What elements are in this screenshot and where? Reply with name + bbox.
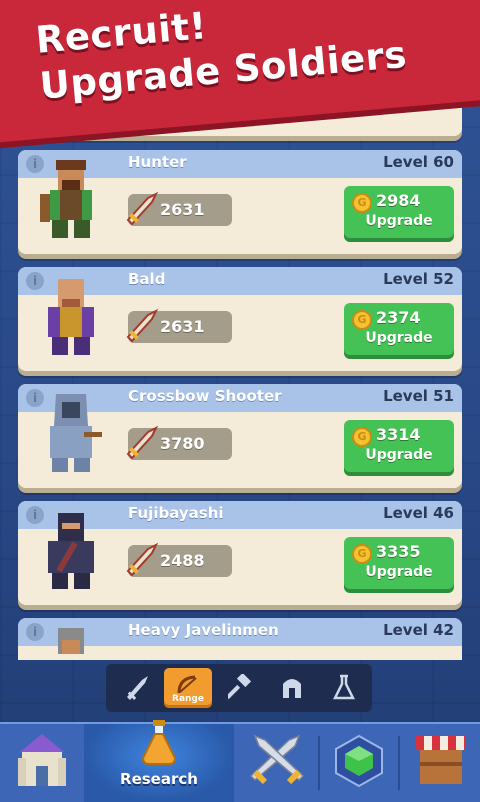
sword-power-icon <box>126 308 159 343</box>
bottom-navigation: Research <box>0 720 480 802</box>
soldier-name: Crossbow Shooter <box>128 387 282 405</box>
hammer-icon <box>228 674 252 700</box>
javelinmen-portrait <box>58 628 84 654</box>
soldier-type-filter: Range <box>106 664 372 712</box>
crossed-swords-icon <box>249 734 305 785</box>
soldier-name: Heavy Javelinmen <box>128 621 279 639</box>
soldier-card: i Bald Level 52 2631 G 2374 Upgrade <box>18 267 462 371</box>
soldier-name: Bald <box>128 270 166 288</box>
coin-icon: G <box>352 193 372 213</box>
soldier-card: i Heavy Javelinmen Level 42 <box>18 618 462 660</box>
power-value: 3780 <box>160 434 205 453</box>
crossbow-shooter-portrait <box>50 394 102 472</box>
coin-icon: G <box>352 310 372 330</box>
nav-shop[interactable] <box>400 724 480 802</box>
nav-research-label: Research <box>120 770 198 788</box>
filter-range-label: Range <box>172 694 204 704</box>
filter-range[interactable]: Range <box>164 668 212 708</box>
upgrade-button[interactable]: G 3314 Upgrade <box>344 420 454 472</box>
power-value: 2488 <box>160 551 205 570</box>
upgrade-cost: 3314 <box>376 425 421 444</box>
upgrade-cost: 3335 <box>376 542 421 561</box>
gem-icon <box>335 734 383 788</box>
upgrade-cost: 2984 <box>376 191 421 210</box>
sword-icon <box>127 676 148 700</box>
nav-castle[interactable] <box>0 724 82 802</box>
upgrade-button[interactable]: G 2984 Upgrade <box>344 186 454 238</box>
nav-battle[interactable] <box>236 724 318 802</box>
castle-icon <box>18 734 66 786</box>
soldier-card: i Crossbow Shooter Level 51 3780 G 3314 … <box>18 384 462 488</box>
hunter-portrait <box>40 160 92 238</box>
upgrade-label: Upgrade <box>365 213 433 229</box>
power-value: 2631 <box>160 200 205 219</box>
soldier-level: Level 46 <box>383 504 454 522</box>
soldier-level: Level 60 <box>383 153 454 171</box>
bow-icon <box>177 675 197 694</box>
upgrade-cost: 2374 <box>376 308 421 327</box>
power-value: 2631 <box>160 317 205 336</box>
soldier-level: Level 52 <box>383 270 454 288</box>
shop-icon <box>416 736 466 784</box>
soldier-level: Level 42 <box>383 621 454 639</box>
upgrade-label: Upgrade <box>365 564 433 580</box>
upgrade-label: Upgrade <box>365 447 433 463</box>
soldier-card: i Hunter Level 60 2631 G 2984 Upgrade <box>18 150 462 254</box>
upgrade-button[interactable]: G 3335 Upgrade <box>344 537 454 589</box>
potion-icon <box>141 720 177 765</box>
soldier-level: Level 51 <box>383 387 454 405</box>
sword-power-icon <box>126 191 159 226</box>
filter-magic[interactable] <box>320 668 368 708</box>
helmet-icon <box>283 679 301 698</box>
soldier-card: i Fujibayashi Level 46 2488 G 3335 Upgra… <box>18 501 462 605</box>
flask-icon <box>332 674 356 700</box>
bald-portrait <box>48 279 94 355</box>
upgrade-button[interactable]: G 2374 Upgrade <box>344 303 454 355</box>
coin-icon: G <box>352 544 372 564</box>
upgrade-label: Upgrade <box>365 330 433 346</box>
power-badge: 2631 <box>126 191 232 226</box>
sword-power-icon <box>126 542 159 577</box>
coin-icon: G <box>352 427 372 447</box>
soldier-name: Hunter <box>128 153 187 171</box>
ninja-portrait <box>48 513 94 589</box>
sword-power-icon <box>126 425 159 460</box>
filter-armor[interactable] <box>268 668 316 708</box>
nav-research[interactable]: Research <box>84 720 234 802</box>
soldier-name: Fujibayashi <box>128 504 224 522</box>
power-badge: 2631 <box>126 308 232 343</box>
power-badge: 3780 <box>126 425 232 460</box>
filter-melee[interactable] <box>114 668 162 708</box>
nav-gems[interactable] <box>320 724 398 802</box>
filter-hammer[interactable] <box>216 668 264 708</box>
power-badge: 2488 <box>126 542 232 577</box>
